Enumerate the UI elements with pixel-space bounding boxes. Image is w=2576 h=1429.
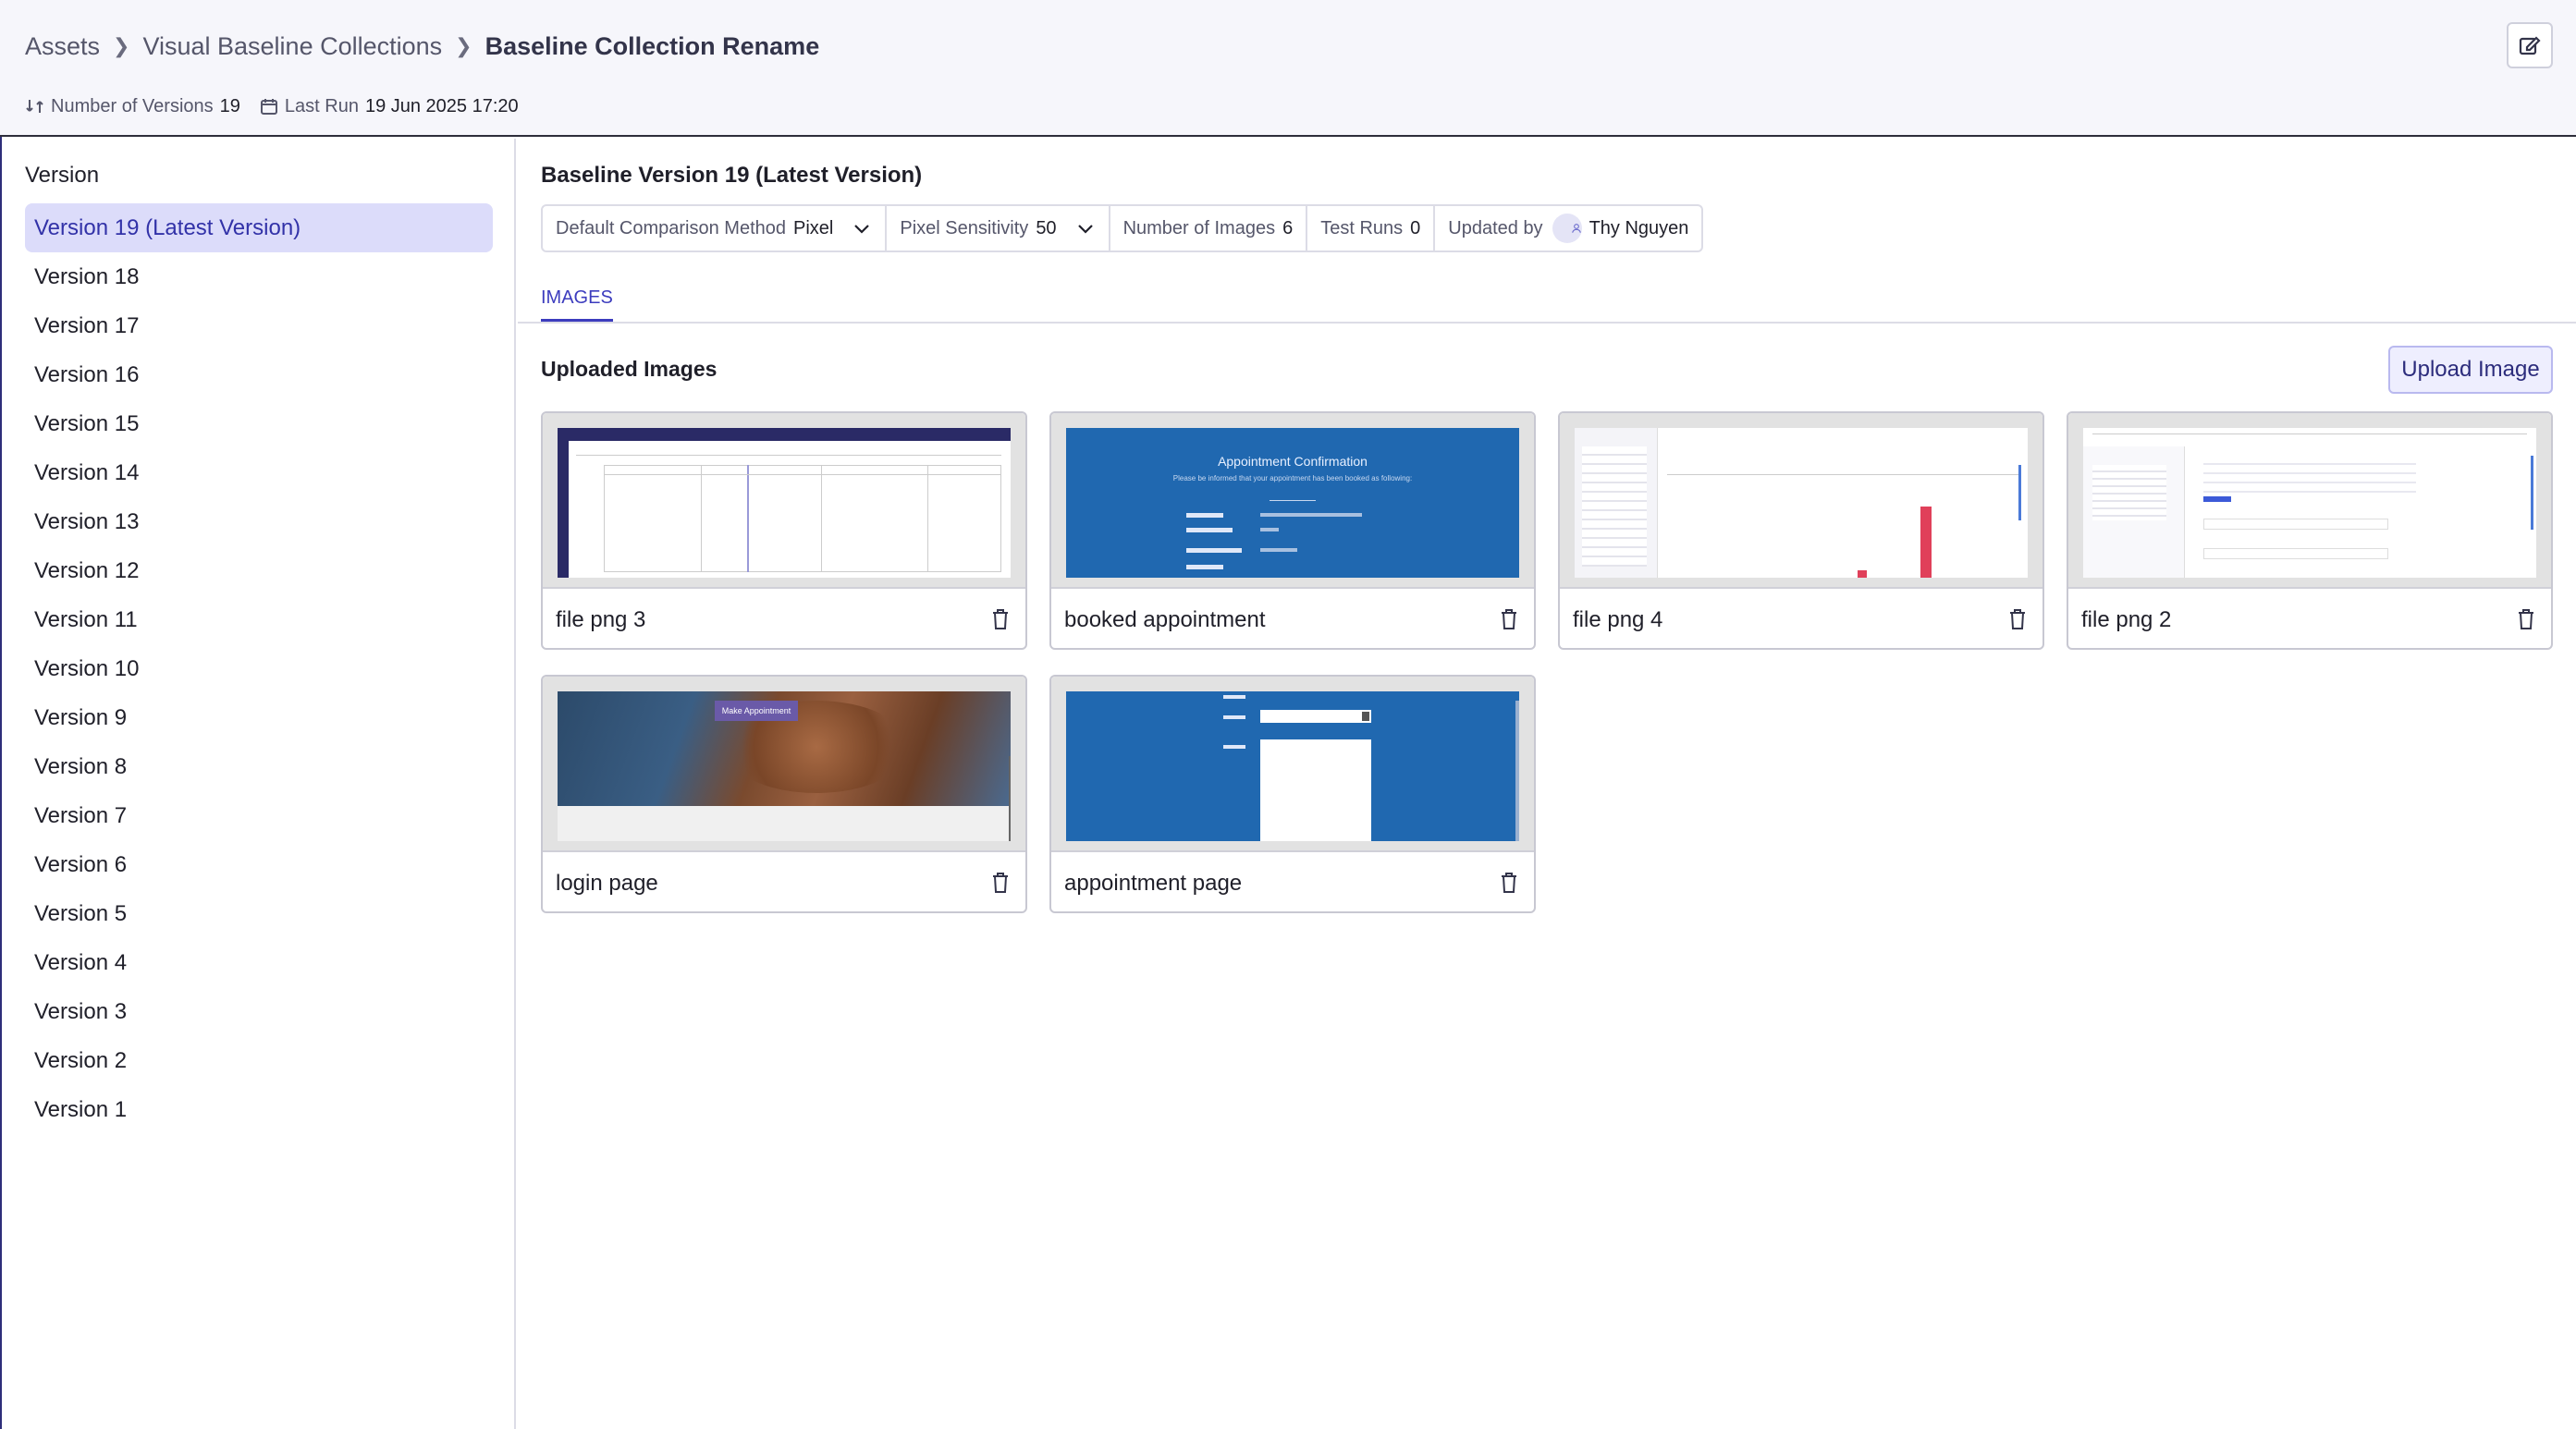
avatar <box>1552 214 1582 243</box>
meta-row: Number of Versions 19 Last Run 19 Jun 20… <box>25 92 537 120</box>
images-label: Number of Images <box>1122 217 1276 238</box>
image-card[interactable]: file png 3 <box>541 411 1027 650</box>
page-header: Assets ❯ Visual Baseline Collections ❯ B… <box>0 0 2576 137</box>
version-item[interactable]: Version 12 <box>25 546 493 595</box>
main-content: Baseline Version 19 (Latest Version) Def… <box>518 139 2576 1429</box>
version-item[interactable]: Version 1 <box>25 1085 493 1134</box>
chevron-down-icon <box>1077 225 1093 234</box>
image-card[interactable]: file png 4 <box>1558 411 2044 650</box>
image-card[interactable]: Appointment Confirmation Please be infor… <box>1049 411 1536 650</box>
upload-image-button[interactable]: Upload Image <box>2388 346 2553 394</box>
delete-button[interactable] <box>1495 867 1523 898</box>
version-item[interactable]: Version 6 <box>25 840 493 889</box>
tab-images[interactable]: IMAGES <box>541 277 613 322</box>
last-run-value: 19 Jun 2025 17:20 <box>364 95 519 116</box>
versions-label: Number of Versions <box>51 95 214 116</box>
image-card[interactable]: appointment page <box>1049 675 1536 913</box>
version-item[interactable]: Version 8 <box>25 742 493 791</box>
page-title: Baseline Version 19 (Latest Version) <box>541 163 923 188</box>
thumb-title: Appointment Confirmation <box>1218 454 1368 469</box>
images-value: 6 <box>1282 217 1294 238</box>
trash-icon <box>1502 873 1516 893</box>
trash-icon <box>993 873 1008 893</box>
version-sidebar: Version Version 19 (Latest Version) Versi… <box>2 139 516 1429</box>
version-item[interactable]: Version 3 <box>25 987 493 1036</box>
version-item[interactable]: Version 14 <box>25 448 493 497</box>
image-name: booked appointment <box>1064 607 1266 632</box>
version-item[interactable]: Version 11 <box>25 595 493 644</box>
tab-bar: IMAGES <box>518 277 2576 324</box>
version-info-bar: Default Comparison Method Pixel Pixel Se… <box>541 204 1704 252</box>
image-thumbnail <box>1560 413 2042 589</box>
breadcrumb-current: Baseline Collection Rename <box>485 31 820 60</box>
image-name: appointment page <box>1064 871 1243 896</box>
image-thumbnail <box>1051 677 1534 852</box>
edit-icon <box>2519 36 2541 55</box>
runs-value: 0 <box>1410 217 1421 238</box>
version-item[interactable]: Version 18 <box>25 252 493 301</box>
version-item[interactable]: Version 17 <box>25 301 493 350</box>
image-thumbnail <box>543 413 1025 589</box>
updated-value: Thy Nguyen <box>1589 217 1689 238</box>
trash-icon <box>1502 609 1516 629</box>
method-value: Pixel <box>793 217 834 238</box>
version-item[interactable]: Version 2 <box>25 1036 493 1085</box>
trash-icon <box>2519 609 2533 629</box>
thumb-subtitle: Please be informed that your appointment… <box>1172 474 1413 482</box>
version-item[interactable]: Version 13 <box>25 497 493 546</box>
chevron-right-icon: ❯ <box>113 34 130 57</box>
version-item[interactable]: Version 15 <box>25 399 493 448</box>
calendar-icon <box>260 99 277 115</box>
chevron-right-icon: ❯ <box>455 34 472 57</box>
delete-button[interactable] <box>2512 604 2540 635</box>
delete-button[interactable] <box>2004 604 2031 635</box>
version-item[interactable]: Version 10 <box>25 644 493 693</box>
version-item[interactable]: Version 5 <box>25 889 493 938</box>
last-run-meta: Last Run 19 Jun 2025 17:20 <box>259 96 519 117</box>
versions-meta: Number of Versions 19 <box>25 96 240 117</box>
test-runs: Test Runs 0 <box>1307 206 1436 250</box>
versions-value: 19 <box>219 95 240 116</box>
version-item[interactable]: Version 9 <box>25 693 493 742</box>
image-card[interactable]: file png 2 <box>2067 411 2553 650</box>
updated-label: Updated by <box>1448 217 1543 238</box>
runs-label: Test Runs <box>1320 217 1404 238</box>
sensitivity-label: Pixel Sensitivity <box>900 217 1029 238</box>
number-of-images: Number of Images 6 <box>1110 206 1308 250</box>
versions-icon <box>26 100 43 113</box>
version-item[interactable]: Version 19 (Latest Version) <box>25 203 493 252</box>
breadcrumb: Assets ❯ Visual Baseline Collections ❯ B… <box>25 30 819 63</box>
thumb-button: Make Appointment <box>715 701 798 721</box>
version-list: Version 19 (Latest Version) Version 18 Ver… <box>25 203 493 1134</box>
delete-button[interactable] <box>987 867 1014 898</box>
chevron-down-icon <box>854 225 870 234</box>
delete-button[interactable] <box>987 604 1014 635</box>
image-name: file png 4 <box>1573 607 1663 632</box>
image-thumbnail: Make Appointment <box>543 677 1025 852</box>
sidebar-title: Version <box>25 163 100 188</box>
last-run-label: Last Run <box>284 95 359 116</box>
image-thumbnail <box>2068 413 2551 589</box>
delete-button[interactable] <box>1495 604 1523 635</box>
image-thumbnail: Appointment Confirmation Please be infor… <box>1051 413 1534 589</box>
version-item[interactable]: Version 7 <box>25 791 493 840</box>
section-title: Uploaded Images <box>541 357 718 381</box>
trash-icon <box>2010 609 2025 629</box>
version-item[interactable]: Version 4 <box>25 938 493 987</box>
image-card[interactable]: Make Appointment login page <box>541 675 1027 913</box>
image-name: login page <box>556 871 658 896</box>
image-name: file png 2 <box>2081 607 2172 632</box>
image-name: file png 3 <box>556 607 646 632</box>
trash-icon <box>993 609 1008 629</box>
breadcrumb-assets[interactable]: Assets <box>25 32 100 61</box>
version-item[interactable]: Version 16 <box>25 350 493 399</box>
comparison-method-select[interactable]: Default Comparison Method Pixel <box>543 206 888 250</box>
pixel-sensitivity-select[interactable]: Pixel Sensitivity 50 <box>887 206 1110 250</box>
sensitivity-value: 50 <box>1036 217 1057 238</box>
updated-by: Updated by Thy Nguyen <box>1435 206 1701 250</box>
method-label: Default Comparison Method <box>556 217 787 238</box>
edit-button[interactable] <box>2507 22 2553 68</box>
breadcrumb-collections[interactable]: Visual Baseline Collections <box>142 32 442 61</box>
user-icon <box>1571 224 1581 233</box>
